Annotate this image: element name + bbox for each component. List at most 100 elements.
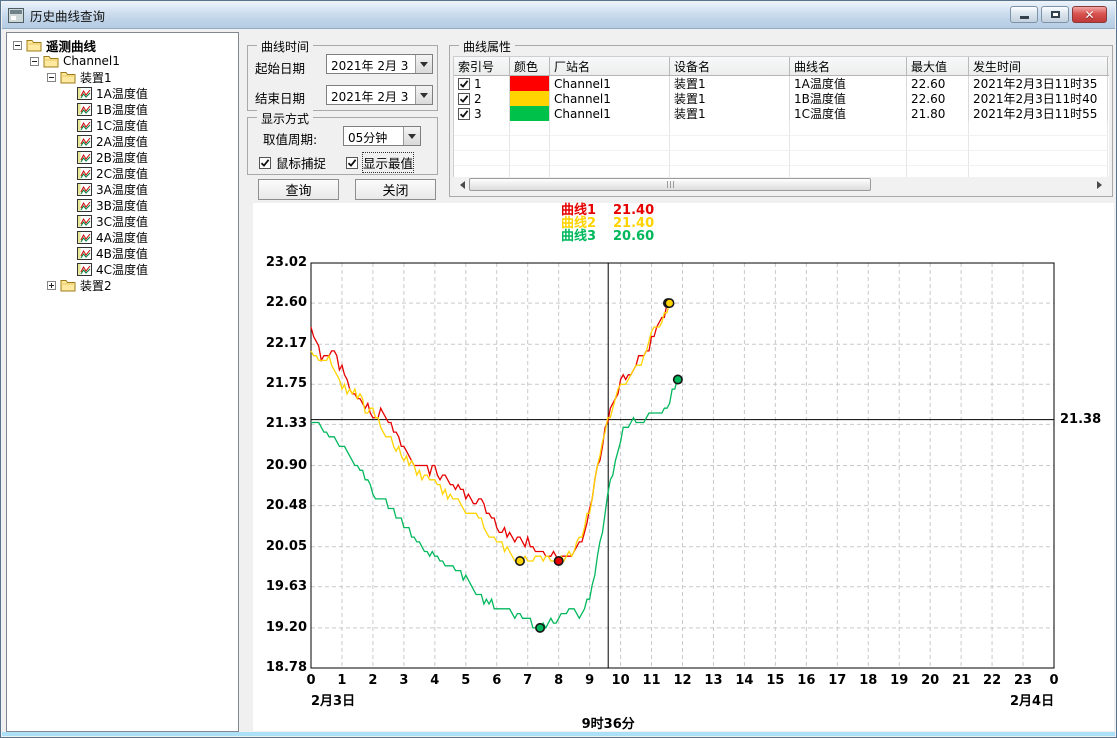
- x-tick-label: 18: [855, 673, 881, 688]
- color-swatch: [510, 91, 549, 106]
- series-line-3: [311, 380, 678, 628]
- y-tick-label: 20.05: [255, 539, 307, 554]
- expand-icon[interactable]: [47, 281, 56, 290]
- x-tick-label: 2: [360, 673, 386, 688]
- tree-item[interactable]: 4C温度值: [9, 261, 236, 277]
- tree-item[interactable]: 4A温度值: [9, 229, 236, 245]
- chevron-down-icon: [420, 62, 428, 71]
- tree-item-label: 1A温度值: [96, 85, 148, 102]
- tree-item[interactable]: 4B温度值: [9, 245, 236, 261]
- collapse-icon[interactable]: [13, 41, 22, 50]
- period-drop-button[interactable]: [403, 127, 420, 145]
- tree-item-label: 3A温度值: [96, 181, 148, 198]
- query-button[interactable]: 查询: [258, 179, 339, 200]
- row-index: 1: [474, 77, 482, 91]
- x-tick-label: 20: [917, 673, 943, 688]
- scroll-right-icon[interactable]: [1094, 177, 1109, 192]
- show-extremes-checkbox[interactable]: 显示最值: [346, 153, 413, 172]
- end-date-combobox[interactable]: 2021年 2月 3: [326, 85, 433, 105]
- start-date-drop-button[interactable]: [415, 55, 432, 73]
- x-tick-label: 16: [793, 673, 819, 688]
- tree-item[interactable]: 2A温度值: [9, 133, 236, 149]
- table-row[interactable]: 3Channel1装置11C温度值21.802021年2月3日11时55: [454, 106, 1109, 121]
- curve-icon: [77, 215, 92, 228]
- legend-row: 曲线320.60: [561, 230, 654, 243]
- x-tick-label: 10: [608, 673, 634, 688]
- tree-item[interactable]: 3B温度值: [9, 197, 236, 213]
- minimize-button[interactable]: [1010, 6, 1038, 23]
- curve-icon: [77, 231, 92, 244]
- tree-item[interactable]: 1C温度值: [9, 117, 236, 133]
- tree-item-label: 4C温度值: [96, 261, 148, 278]
- x-tick-label: 11: [639, 673, 665, 688]
- table-header-cell[interactable]: 颜色: [510, 57, 550, 75]
- row-checkbox[interactable]: [458, 93, 470, 105]
- y-tick-label: 19.20: [255, 620, 307, 635]
- tree-item-label: 3C温度值: [96, 213, 148, 230]
- maximize-button[interactable]: [1041, 6, 1069, 23]
- curve-name-cell: 1B温度值: [790, 91, 907, 106]
- chart-canvas[interactable]: [253, 203, 1114, 731]
- collapse-icon[interactable]: [47, 73, 56, 82]
- table-row[interactable]: 1Channel1装置11A温度值22.602021年2月3日11时35: [454, 76, 1109, 91]
- table-row[interactable]: 2Channel1装置11B温度值22.602021年2月3日11时40: [454, 91, 1109, 106]
- color-swatch: [510, 76, 549, 91]
- chart-panel[interactable]: 曲线121.40曲线221.40曲线320.6023.0222.6022.172…: [253, 203, 1114, 731]
- table-header-cell[interactable]: 厂站名: [550, 57, 670, 75]
- start-date-combobox[interactable]: 2021年 2月 3: [326, 54, 433, 74]
- tree-item[interactable]: Channel1: [9, 53, 236, 69]
- tree-item[interactable]: 1A温度值: [9, 85, 236, 101]
- table-header-cell[interactable]: 曲线名: [790, 57, 907, 75]
- tree-item[interactable]: 3C温度值: [9, 213, 236, 229]
- row-checkbox[interactable]: [458, 78, 470, 90]
- y-tick-label: 22.17: [255, 336, 307, 351]
- tree-item[interactable]: 2B温度值: [9, 149, 236, 165]
- row-checkbox[interactable]: [458, 108, 470, 120]
- tree-item[interactable]: 1B温度值: [9, 101, 236, 117]
- y-tick-label: 19.63: [255, 579, 307, 594]
- scrollbar-thumb[interactable]: [469, 178, 871, 191]
- tree-item[interactable]: 3A温度值: [9, 181, 236, 197]
- max-value-cell: 22.60: [907, 91, 969, 106]
- table-header-cell[interactable]: 最大值: [907, 57, 969, 75]
- tree-item-label: 装置2: [80, 277, 112, 294]
- x-tick-label: 13: [700, 673, 726, 688]
- scroll-left-icon[interactable]: [453, 177, 468, 192]
- table-empty-row: [454, 151, 1109, 166]
- table-header-row: 索引号颜色厂站名设备名曲线名最大值发生时间: [454, 56, 1109, 76]
- curve-icon: [77, 151, 92, 164]
- tree-item-label: 1C温度值: [96, 117, 148, 134]
- tree-item-label: 4B温度值: [96, 245, 148, 262]
- tree-item[interactable]: 2C温度值: [9, 165, 236, 181]
- table-hscrollbar[interactable]: [453, 177, 1109, 192]
- x-tick-label: 6: [484, 673, 510, 688]
- x-tick-label: 22: [979, 673, 1005, 688]
- tree-item[interactable]: 装置1: [9, 69, 236, 85]
- max-value-cell: 22.60: [907, 76, 969, 91]
- curve-icon: [77, 135, 92, 148]
- title-bar[interactable]: 历史曲线查询 ✕: [2, 2, 1115, 29]
- table-header-cell[interactable]: 设备名: [670, 57, 790, 75]
- time-groupbox: 曲线时间 起始日期 2021年 2月 3 结束日期 2021年 2月 3: [247, 45, 438, 111]
- table-header-cell[interactable]: 索引号: [454, 57, 510, 75]
- collapse-icon[interactable]: [30, 57, 39, 66]
- end-date-drop-button[interactable]: [415, 86, 432, 104]
- occur-time-cell: 2021年2月3日11时40: [969, 91, 1108, 106]
- close-button[interactable]: ✕: [1072, 6, 1107, 23]
- y-tick-label: 20.90: [255, 458, 307, 473]
- station-cell: Channel1: [550, 106, 670, 121]
- mouse-capture-checkbox[interactable]: 鼠标捕捉: [259, 153, 326, 172]
- x-tick-label: 15: [762, 673, 788, 688]
- x-tick-label: 23: [1010, 673, 1036, 688]
- period-combobox[interactable]: 05分钟: [343, 126, 421, 146]
- checkbox-icon[interactable]: [259, 157, 271, 169]
- tree-item[interactable]: 装置2: [9, 277, 236, 293]
- x-tick-label: 7: [515, 673, 541, 688]
- checkbox-icon[interactable]: [346, 157, 358, 169]
- tree-item[interactable]: 遥测曲线: [9, 37, 236, 53]
- y-tick-label: 22.60: [255, 295, 307, 310]
- date-left-label: 2月3日: [311, 690, 355, 709]
- close-dialog-button[interactable]: 关闭: [355, 179, 436, 200]
- chart-legend: 曲线121.40曲线221.40曲线320.60: [561, 204, 654, 243]
- table-header-cell[interactable]: 发生时间: [969, 57, 1108, 75]
